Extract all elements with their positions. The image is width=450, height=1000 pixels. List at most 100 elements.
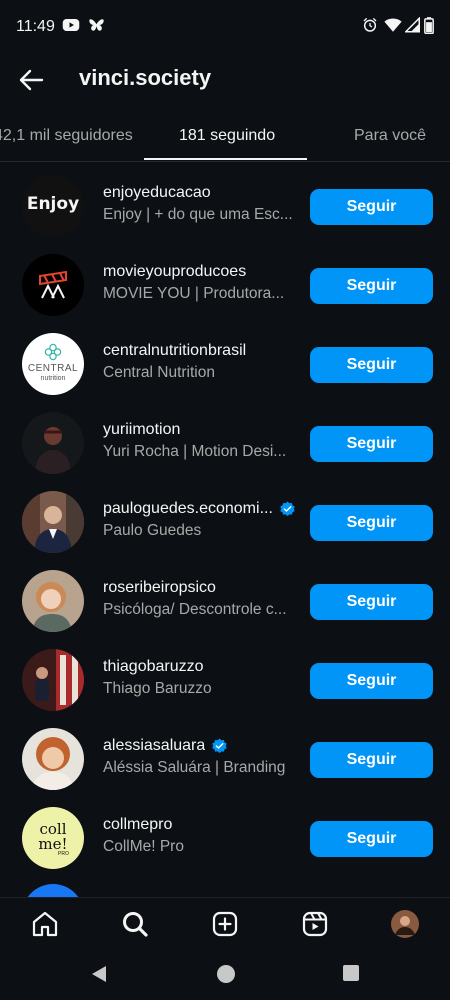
list-item[interactable]: roseribeiropsico Psicóloga/ Descontrole … <box>0 562 450 641</box>
avatar[interactable] <box>22 412 84 474</box>
list-item-text[interactable]: alessiasaluara Aléssia Saluára | Brandin… <box>103 737 299 777</box>
reels-icon <box>302 911 328 937</box>
username: movieyouproducoes <box>103 263 299 281</box>
verified-badge-icon <box>280 501 295 516</box>
list-item[interactable]: movieyouproducoes MOVIE YOU | Produtora.… <box>0 246 450 325</box>
list-item[interactable]: coll me! PRO collmepro CollMe! Pro Segui… <box>0 799 450 878</box>
tab-bar: 42,1 mil seguidores 181 seguindo Para vo… <box>0 114 450 162</box>
avatar[interactable]: coll me! PRO <box>22 807 84 869</box>
person-photo-icon <box>32 582 72 632</box>
username: pauloguedes.economi... <box>103 500 299 518</box>
person-photo-icon <box>35 649 84 711</box>
status-bar: 11:49 <box>0 0 450 56</box>
username: alessiasaluara <box>103 737 299 755</box>
list-item[interactable]: thiagobaruzzo Thiago Baruzzo Seguir <box>0 641 450 720</box>
alarm-icon <box>363 17 377 32</box>
person-photo-icon <box>22 491 84 553</box>
tab-for-you[interactable]: Para você <box>354 114 426 160</box>
username: roseribeiropsico <box>103 579 299 597</box>
follow-button[interactable]: Seguir <box>310 742 433 778</box>
flower-logo-icon <box>44 343 62 361</box>
tab-following[interactable]: 181 seguindo <box>179 114 275 160</box>
back-triangle-icon[interactable] <box>90 964 108 984</box>
avatar-logo-text: CENTRAL <box>27 363 79 374</box>
avatar[interactable] <box>22 649 84 711</box>
follow-button[interactable]: Seguir <box>310 821 433 857</box>
list-item-text[interactable]: thiagobaruzzo Thiago Baruzzo <box>103 658 299 698</box>
list-item-text[interactable]: centralnutritionbrasil Central Nutrition <box>103 342 299 382</box>
list-item[interactable]: yuriimotion Yuri Rocha | Motion Desi... … <box>0 404 450 483</box>
home-icon <box>32 911 58 937</box>
nav-profile[interactable] <box>390 909 420 939</box>
follow-button[interactable]: Seguir <box>310 505 433 541</box>
username-text: roseribeiropsico <box>103 579 216 596</box>
list-item-text[interactable]: movieyouproducoes MOVIE YOU | Produtora.… <box>103 263 299 303</box>
back-arrow-icon <box>19 69 44 91</box>
username: collmepro <box>103 816 299 834</box>
avatar[interactable] <box>22 570 84 632</box>
avatar-logo-text: Enjoy <box>26 194 80 214</box>
follow-button[interactable]: Seguir <box>310 584 433 620</box>
butterfly-icon <box>89 19 104 31</box>
follow-button[interactable]: Seguir <box>310 426 433 462</box>
bottom-nav <box>0 897 450 951</box>
username-text: yuriimotion <box>103 421 181 438</box>
nav-create[interactable] <box>210 909 240 939</box>
fullname: Thiago Baruzzo <box>103 680 212 697</box>
avatar-logo-text: coll me! <box>38 820 68 853</box>
username-text: thiagobaruzzo <box>103 658 204 675</box>
list-item-text[interactable]: enjoyeducacao Enjoy | + do que uma Esc..… <box>103 184 299 224</box>
list-item[interactable]: pauloguedes.economi... Paulo Guedes Segu… <box>0 483 450 562</box>
follow-button[interactable]: Seguir <box>310 189 433 225</box>
avatar[interactable]: CENTRAL nutrition <box>22 333 84 395</box>
nav-search[interactable] <box>120 909 150 939</box>
username: centralnutritionbrasil <box>103 342 299 360</box>
fullname: Aléssia Saluára | Branding <box>103 759 286 776</box>
avatar[interactable]: Enjoy <box>22 175 84 237</box>
username: thiagobaruzzo <box>103 658 299 676</box>
list-item-text[interactable]: pauloguedes.economi... Paulo Guedes <box>103 500 299 540</box>
list-item[interactable]: alessiasaluara Aléssia Saluára | Brandin… <box>0 720 450 799</box>
recents-square-icon[interactable] <box>342 964 360 982</box>
page-title: vinci.society <box>79 65 212 90</box>
avatar-logo-subtext: PRO <box>58 851 69 857</box>
wifi-icon <box>384 18 402 32</box>
list-item-text[interactable]: yuriimotion Yuri Rocha | Motion Desi... <box>103 421 299 461</box>
fullname: Enjoy | + do que uma Esc... <box>103 206 293 223</box>
fullname: Paulo Guedes <box>103 522 202 539</box>
avatar[interactable] <box>22 491 84 553</box>
back-button[interactable] <box>14 64 48 96</box>
search-icon <box>123 912 148 937</box>
list-item-partial[interactable] <box>0 878 450 897</box>
create-icon <box>212 911 238 937</box>
battery-icon <box>424 17 434 34</box>
fullname: Yuri Rocha | Motion Desi... <box>103 443 287 460</box>
active-tab-indicator <box>144 158 307 160</box>
username-text: collmepro <box>103 816 173 833</box>
list-item-text[interactable]: collmepro CollMe! Pro <box>103 816 299 856</box>
avatar[interactable] <box>22 254 84 316</box>
list-item[interactable]: Enjoy enjoyeducacao Enjoy | + do que uma… <box>0 167 450 246</box>
signal-icon <box>405 17 420 33</box>
clapperboard-logo-icon <box>39 270 67 299</box>
follow-button[interactable]: Seguir <box>310 663 433 699</box>
following-list[interactable]: Enjoy enjoyeducacao Enjoy | + do que uma… <box>0 167 450 897</box>
list-item-text[interactable]: roseribeiropsico Psicóloga/ Descontrole … <box>103 579 299 619</box>
home-circle-icon[interactable] <box>216 964 236 984</box>
status-time: 11:49 <box>16 18 55 35</box>
follow-button[interactable]: Seguir <box>310 347 433 383</box>
follow-button[interactable]: Seguir <box>310 268 433 304</box>
username-text: enjoyeducacao <box>103 184 211 201</box>
person-photo-icon <box>32 737 74 790</box>
avatar[interactable] <box>22 728 84 790</box>
nav-reels[interactable] <box>300 909 330 939</box>
tab-followers[interactable]: 42,1 mil seguidores <box>0 114 133 160</box>
username: enjoyeducacao <box>103 184 299 202</box>
nav-home[interactable] <box>30 909 60 939</box>
username: yuriimotion <box>103 421 299 439</box>
list-item[interactable]: CENTRAL nutrition centralnutritionbrasil… <box>0 325 450 404</box>
youtube-icon <box>62 19 80 31</box>
username-text: centralnutritionbrasil <box>103 342 247 359</box>
header: vinci.society <box>0 56 450 104</box>
avatar[interactable] <box>22 884 84 897</box>
